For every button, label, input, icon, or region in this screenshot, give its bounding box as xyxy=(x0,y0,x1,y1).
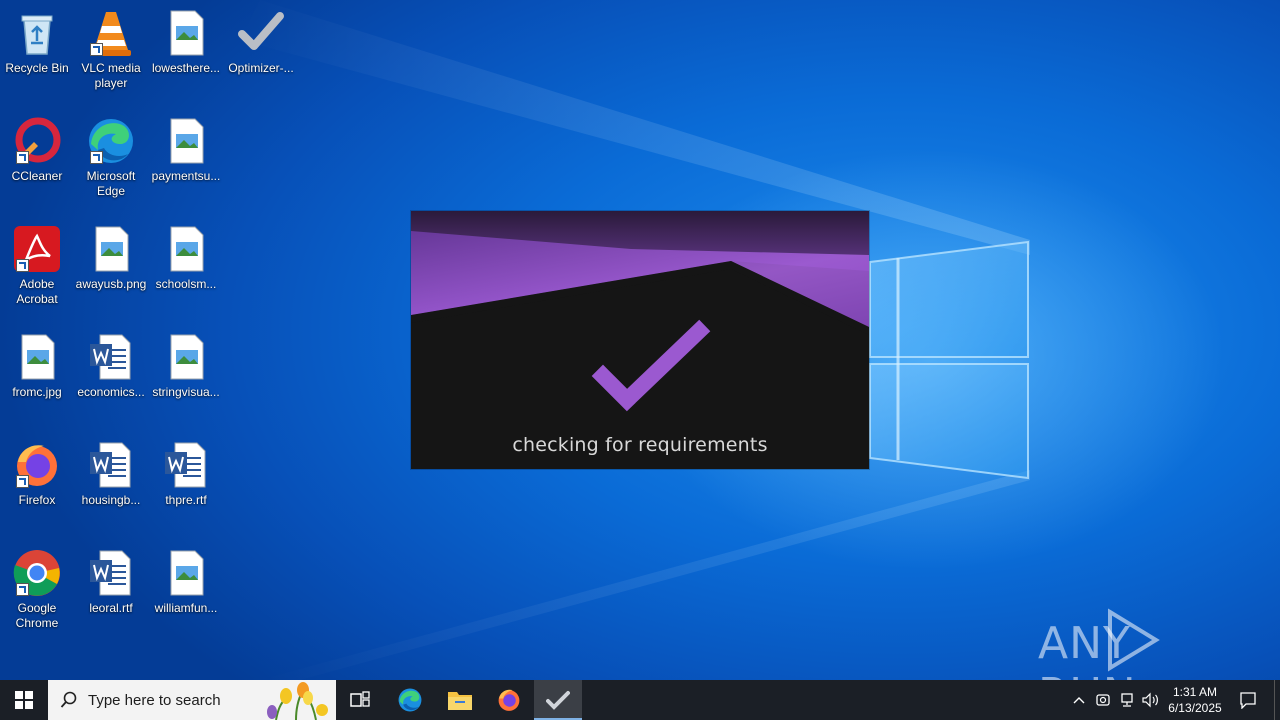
shortcut-arrow-icon xyxy=(16,259,29,272)
tray-volume-button[interactable] xyxy=(1140,680,1162,720)
shortcut-arrow-icon xyxy=(16,475,29,488)
desktop-icon-label: leoral.rtf xyxy=(89,601,133,615)
desktop-icon-awayusb-png[interactable]: awayusb.png xyxy=(74,224,148,292)
desktop-icon-google-chrome[interactable]: Google Chrome xyxy=(0,548,74,631)
image-file-icon xyxy=(21,334,55,380)
desktop-icon-housingb[interactable]: housingb... xyxy=(74,440,148,508)
clock-date: 6/13/2025 xyxy=(1168,701,1222,715)
image-file-icon xyxy=(170,550,204,596)
checkmark-icon xyxy=(238,12,284,50)
desktop-icon-label: Optimizer-... xyxy=(228,61,294,75)
desktop-icon-label: CCleaner xyxy=(11,169,63,183)
desktop-icon-adobe-acrobat[interactable]: Adobe Acrobat xyxy=(0,224,74,307)
image-file-icon xyxy=(170,118,204,164)
clock-time: 1:31 AM xyxy=(1172,685,1218,699)
image-file-icon xyxy=(170,226,204,272)
desktop-icon-label: lowesthere... xyxy=(151,61,221,75)
shortcut-arrow-icon xyxy=(90,43,103,56)
image-file-icon xyxy=(170,10,204,56)
splash-status-text: checking for requirements xyxy=(512,434,768,456)
camera-icon xyxy=(1096,694,1110,706)
task-view-button[interactable] xyxy=(336,680,384,720)
desktop-icon-label: Adobe Acrobat xyxy=(16,277,58,306)
search-placeholder: Type here to search xyxy=(88,692,221,709)
desktop-icon-label: Firefox xyxy=(18,493,56,507)
desktop-icon-fromc-jpg[interactable]: fromc.jpg xyxy=(0,332,74,400)
desktop-icon-schoolsm[interactable]: schoolsm... xyxy=(149,224,223,292)
firefox-icon xyxy=(498,689,520,711)
shortcut-arrow-icon xyxy=(16,583,29,596)
desktop-icon-microsoft-edge[interactable]: Microsoft Edge xyxy=(74,116,148,199)
desktop-icon-label: williamfun... xyxy=(154,601,218,615)
word-doc-icon xyxy=(165,442,206,488)
taskbar-optimizer-button[interactable] xyxy=(534,680,582,720)
notification-icon xyxy=(1240,692,1256,709)
desktop-icon-firefox[interactable]: Firefox xyxy=(0,440,74,508)
desktop-icon-label: housingb... xyxy=(81,493,141,507)
word-doc-icon xyxy=(90,550,131,596)
desktop-icon-label: thpre.rtf xyxy=(165,493,207,507)
windows-logo-icon xyxy=(15,691,33,709)
taskbar-search-box[interactable]: Type here to search xyxy=(48,680,336,720)
desktop-icon-label: economics... xyxy=(77,385,145,399)
desktop-icon-label: Recycle Bin xyxy=(5,61,69,75)
folder-icon xyxy=(448,692,472,710)
desktop-icon-economics[interactable]: economics... xyxy=(74,332,148,400)
shortcut-arrow-icon xyxy=(90,151,103,164)
desktop-icon-recycle-bin[interactable]: Recycle Bin xyxy=(0,8,74,76)
taskbar: Type here to search 1:31 AM 6/13/2025 xyxy=(0,680,1280,720)
shortcut-arrow-icon xyxy=(16,151,29,164)
desktop-icon-thpre-rtf[interactable]: thpre.rtf xyxy=(149,440,223,508)
network-icon xyxy=(1121,693,1133,707)
volume-icon xyxy=(1142,692,1158,708)
taskbar-firefox-button[interactable] xyxy=(485,680,533,720)
desktop-icon-label: paymentsu... xyxy=(151,169,221,183)
desktop-icon-williamfun[interactable]: williamfun... xyxy=(149,548,223,616)
desktop-icon-stringvisua[interactable]: stringvisua... xyxy=(149,332,223,400)
recycle-bin-icon xyxy=(21,15,53,55)
anyrun-watermark: ANY RUN xyxy=(1038,608,1238,680)
show-hidden-icons-button[interactable] xyxy=(1068,680,1090,720)
desktop-icon-label: Google Chrome xyxy=(15,601,59,630)
word-doc-icon xyxy=(90,442,131,488)
desktop-icon-label: fromc.jpg xyxy=(12,385,62,399)
desktop-icon-label: VLC media player xyxy=(81,61,141,90)
chevron-up-icon xyxy=(1073,697,1085,704)
word-doc-icon xyxy=(90,334,131,380)
checkmark-icon xyxy=(546,691,570,710)
start-button[interactable] xyxy=(0,680,48,720)
show-desktop-button[interactable] xyxy=(1274,680,1280,720)
image-file-icon xyxy=(95,226,129,272)
desktop-icon-lowesthere[interactable]: lowesthere... xyxy=(149,8,223,76)
search-highlight-flowers-icon xyxy=(267,682,328,720)
taskbar-edge-button[interactable] xyxy=(386,680,434,720)
search-icon xyxy=(60,691,77,708)
edge-icon xyxy=(398,688,422,712)
image-file-icon xyxy=(170,334,204,380)
desktop-icon-label: awayusb.png xyxy=(75,277,147,291)
desktop-icon-label: schoolsm... xyxy=(155,277,217,291)
optimizer-splash-window[interactable]: checking for requirements xyxy=(411,211,869,469)
desktop-icon-paymentsu[interactable]: paymentsu... xyxy=(149,116,223,184)
desktop-icon-label: stringvisua... xyxy=(152,385,220,399)
desktop-icon-label: Microsoft Edge xyxy=(86,169,136,198)
desktop-icon-optimizer[interactable]: Optimizer-... xyxy=(224,8,298,76)
desktop-icon-ccleaner[interactable]: CCleaner xyxy=(0,116,74,184)
desktop[interactable]: Recycle Bin CCleaner Adobe Acrobat fromc… xyxy=(0,0,1280,680)
action-center-button[interactable] xyxy=(1232,680,1264,720)
desktop-icon-leoral-rtf[interactable]: leoral.rtf xyxy=(74,548,148,616)
task-view-icon xyxy=(350,691,370,707)
taskbar-file-explorer-button[interactable] xyxy=(436,680,484,720)
splash-background xyxy=(411,211,869,469)
watermark-text: ANY RUN xyxy=(1038,618,1136,680)
tray-meet-now-button[interactable] xyxy=(1092,680,1114,720)
tray-network-button[interactable] xyxy=(1116,680,1138,720)
desktop-icon-vlc[interactable]: VLC media player xyxy=(74,8,148,91)
taskbar-clock[interactable]: 1:31 AM 6/13/2025 xyxy=(1160,680,1230,720)
